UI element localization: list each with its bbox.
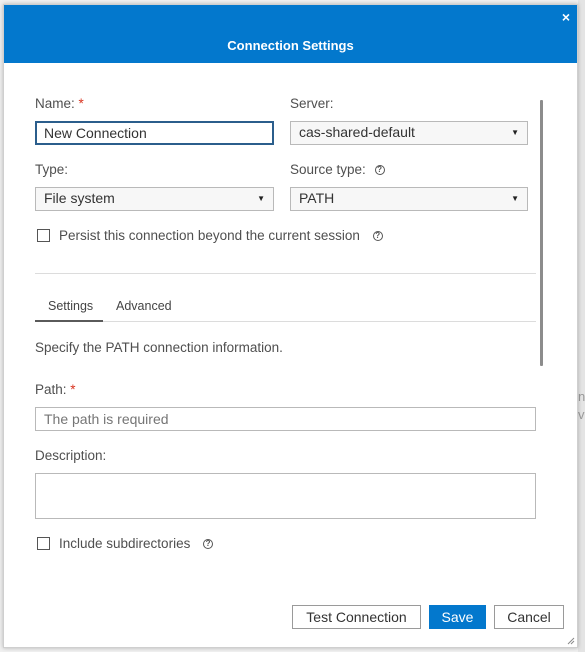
required-mark: * [70, 382, 76, 397]
cancel-button[interactable]: Cancel [494, 605, 564, 629]
persist-label: Persist this connection beyond the curre… [59, 228, 383, 243]
section-divider [35, 273, 536, 274]
path-instruction: Specify the PATH connection information. [35, 340, 283, 355]
chevron-down-icon: ▼ [511, 194, 519, 203]
description-label: Description: [35, 448, 107, 463]
tab-selected-indicator [35, 320, 103, 322]
source-type-label: Source type: ? [290, 162, 385, 177]
source-type-label-text: Source type: [290, 162, 366, 177]
path-label: Path: * [35, 382, 76, 397]
source-type-select[interactable]: PATH ▼ [290, 187, 528, 211]
dialog-title: Connection Settings [227, 38, 354, 53]
include-subdirectories-label-text: Include subdirectories [59, 536, 191, 551]
name-label-text: Name: [35, 96, 75, 111]
persist-label-text: Persist this connection beyond the curre… [59, 228, 360, 243]
name-label: Name: * [35, 96, 84, 111]
backdrop-panel [578, 0, 585, 652]
type-select-value: File system [44, 190, 115, 206]
type-label: Type: [35, 162, 69, 177]
help-icon[interactable]: ? [372, 231, 383, 241]
server-label: Server: [290, 96, 334, 111]
help-icon[interactable]: ? [374, 165, 385, 175]
path-input[interactable] [35, 407, 536, 431]
tab-settings[interactable]: Settings [48, 299, 93, 313]
tab-strip-border [35, 321, 536, 322]
source-type-select-value: PATH [299, 190, 335, 206]
resize-grip-icon[interactable] [567, 637, 575, 645]
server-select-value: cas-shared-default [299, 124, 415, 140]
backdrop-partial-text: n v [578, 389, 585, 422]
include-subdirectories-label: Include subdirectories ? [59, 536, 214, 551]
required-mark: * [78, 96, 84, 111]
path-label-text: Path: [35, 382, 67, 397]
save-button[interactable]: Save [429, 605, 486, 629]
test-connection-button[interactable]: Test Connection [292, 605, 421, 629]
type-select[interactable]: File system ▼ [35, 187, 274, 211]
scrollbar[interactable] [540, 100, 543, 366]
close-icon[interactable]: × [562, 9, 570, 25]
description-textarea[interactable] [35, 473, 536, 519]
chevron-down-icon: ▼ [257, 194, 265, 203]
help-icon[interactable]: ? [203, 539, 214, 549]
server-select[interactable]: cas-shared-default ▼ [290, 121, 528, 145]
connection-settings-dialog: Connection Settings × Name: * Server: ca… [3, 4, 578, 648]
include-subdirectories-checkbox[interactable] [37, 537, 50, 550]
name-input[interactable] [35, 121, 274, 145]
chevron-down-icon: ▼ [511, 128, 519, 137]
persist-checkbox[interactable] [37, 229, 50, 242]
tab-advanced[interactable]: Advanced [116, 299, 172, 313]
dialog-titlebar: Connection Settings × [4, 5, 577, 63]
